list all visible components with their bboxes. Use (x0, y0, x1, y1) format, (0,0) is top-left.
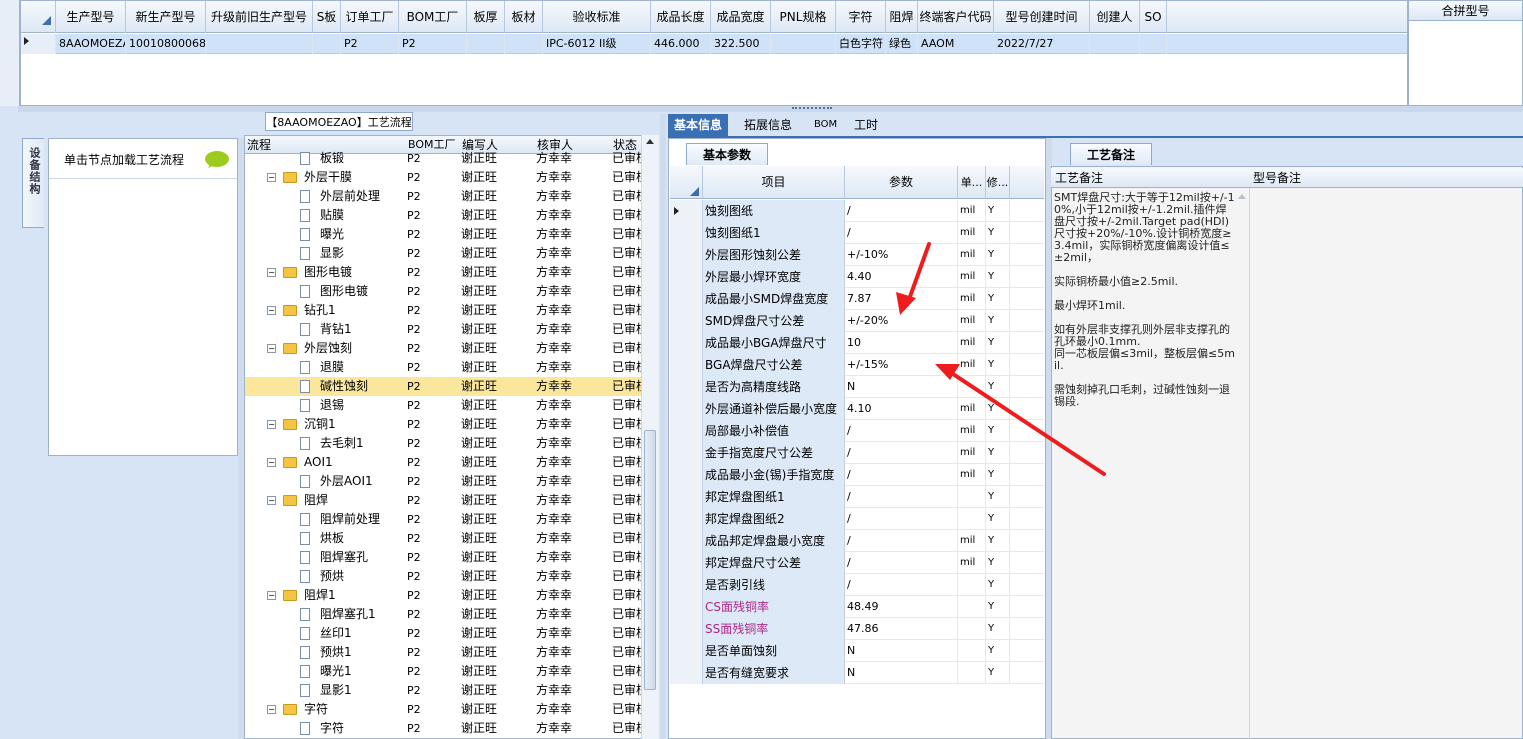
annotation-arrow-smd-icon (896, 242, 931, 315)
annotation-layer (896, 242, 1106, 476)
annotation-arrow-bga-icon (935, 364, 1106, 476)
